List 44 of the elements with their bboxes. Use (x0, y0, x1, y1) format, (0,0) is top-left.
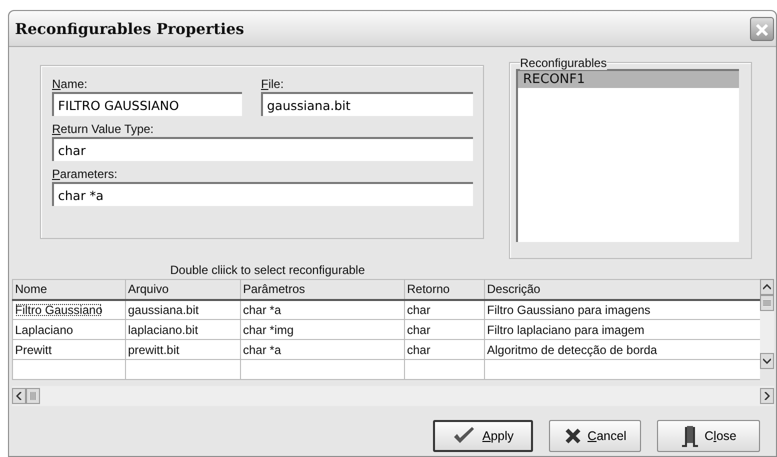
list-item[interactable]: RECONF1 (518, 71, 739, 88)
input-field[interactable]: FILTRO GAUSSIANO (52, 92, 242, 116)
column-header[interactable]: Descrição (484, 280, 760, 300)
table-cell: laplaciano.bit (126, 320, 240, 340)
table-cell: char *img (240, 320, 404, 340)
cancel-button[interactable]: Cancel (549, 420, 641, 452)
field-label: Parameters: (52, 166, 118, 182)
hint-text: Double cliick to select reconfigurable (170, 263, 365, 277)
vertical-scrollbar[interactable] (760, 279, 774, 369)
column-header[interactable]: Arquivo (126, 280, 240, 300)
group-title: Reconfigurables (520, 56, 607, 70)
x-icon (564, 427, 582, 445)
table-cell: prewitt.bit (126, 340, 240, 360)
check-icon (452, 426, 476, 446)
input-field[interactable]: char *a (52, 182, 473, 206)
table-cell: Prewitt (12, 340, 126, 360)
table-cell: char *a (240, 340, 404, 360)
scroll-up-icon[interactable] (760, 279, 774, 295)
scroll-right-icon[interactable] (760, 388, 774, 404)
table-cell: char (404, 300, 484, 320)
scroll-left-icon[interactable] (12, 388, 26, 404)
reconfigurables-list[interactable]: RECONF1 (516, 69, 739, 242)
field-label: File: (261, 76, 285, 92)
table-cell: char (404, 320, 484, 340)
close-icon[interactable] (750, 16, 774, 40)
door-icon (680, 425, 699, 447)
horizontal-scrollbar[interactable] (12, 386, 774, 406)
field-label: Return Value Type: (52, 121, 155, 137)
table-cell: char (404, 340, 484, 360)
column-header[interactable]: Parâmetros (240, 280, 404, 300)
table-cell: gaussiana.bit (126, 300, 240, 320)
close-button[interactable]: Close (657, 420, 760, 452)
window-title: Reconfigurables Properties (14, 18, 244, 40)
input-field[interactable]: char (52, 137, 473, 161)
scroll-thumb[interactable] (760, 295, 774, 311)
apply-button[interactable]: Apply (433, 420, 533, 452)
field-label: Name: (52, 76, 88, 92)
column-header[interactable]: Nome (12, 280, 126, 300)
table-cell: char *a (240, 300, 404, 320)
scroll-down-icon[interactable] (760, 353, 774, 369)
scroll-thumb[interactable] (26, 388, 40, 404)
column-header[interactable]: Retorno (404, 280, 484, 300)
table-cell: Laplaciano (12, 320, 126, 340)
input-field[interactable]: gaussiana.bit (261, 92, 473, 116)
